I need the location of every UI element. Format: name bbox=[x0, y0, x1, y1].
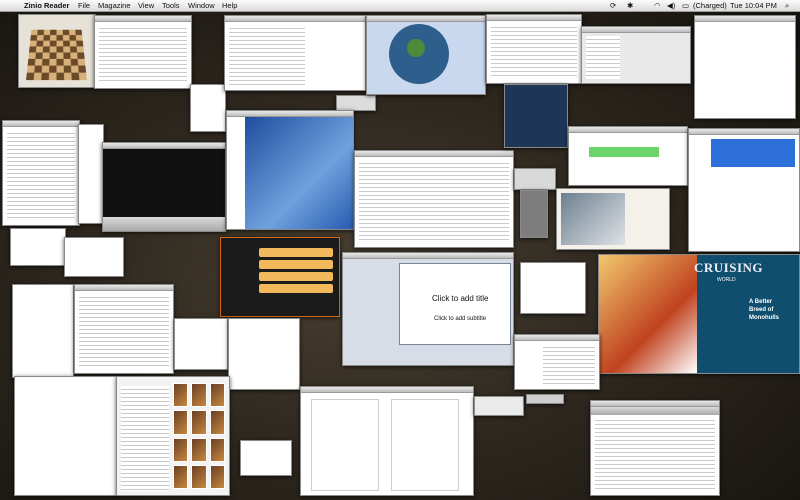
menu-view[interactable]: View bbox=[138, 0, 154, 11]
mail-window[interactable] bbox=[74, 284, 174, 374]
garageband-window[interactable] bbox=[220, 237, 340, 317]
magazine-headline-1: A Better bbox=[749, 299, 773, 305]
small-window-7[interactable] bbox=[526, 394, 564, 404]
dialog-window[interactable] bbox=[514, 168, 556, 190]
magazine-headline-3: Monohulls bbox=[749, 315, 779, 321]
menu-window[interactable]: Window bbox=[188, 0, 215, 11]
iphoto-window[interactable] bbox=[116, 376, 230, 496]
menu-bar: Zinio Reader File Magazine View Tools Wi… bbox=[0, 0, 800, 12]
photo-book-window[interactable] bbox=[556, 188, 670, 250]
slide-title-placeholder[interactable]: Click to add title bbox=[432, 294, 488, 303]
bluetooth-icon[interactable]: ✱ bbox=[627, 0, 633, 11]
pages-window[interactable] bbox=[300, 386, 474, 496]
magazine-title: CRUISING bbox=[694, 260, 764, 275]
magazine-headline-2: Breed of bbox=[749, 307, 774, 313]
spreadsheet-window[interactable] bbox=[2, 120, 80, 226]
web-browser-window[interactable] bbox=[590, 400, 720, 496]
bottom-left-window[interactable] bbox=[14, 376, 118, 496]
menu-help[interactable]: Help bbox=[222, 0, 237, 11]
code-window[interactable] bbox=[224, 15, 366, 91]
battery-status: (Charged) bbox=[693, 1, 727, 10]
chess-window[interactable] bbox=[18, 14, 96, 88]
doc-page-window[interactable] bbox=[520, 262, 586, 314]
small-window-5[interactable] bbox=[240, 440, 292, 476]
slide-subtitle-placeholder[interactable]: Click to add subtitle bbox=[434, 316, 486, 322]
system-preferences-window[interactable] bbox=[226, 110, 354, 230]
preferences-window[interactable] bbox=[486, 14, 582, 84]
menu-file[interactable]: File bbox=[78, 0, 90, 11]
wifi-icon[interactable]: ◠ bbox=[654, 0, 661, 11]
chess-board bbox=[26, 29, 87, 81]
menubar-clock[interactable]: Tue 10:04 PM bbox=[730, 0, 777, 11]
finder-window[interactable] bbox=[581, 26, 691, 84]
spotlight-icon[interactable]: ⌕ bbox=[785, 0, 789, 11]
small-window-1[interactable] bbox=[10, 228, 66, 266]
google-earth-window[interactable] bbox=[366, 15, 486, 95]
small-window-6[interactable] bbox=[474, 396, 524, 416]
narrow-list-window[interactable] bbox=[78, 124, 104, 224]
small-window-4[interactable] bbox=[228, 318, 300, 390]
xcode-window[interactable] bbox=[354, 150, 514, 248]
mini-panel-window[interactable] bbox=[336, 95, 376, 111]
calculator-window[interactable] bbox=[520, 190, 548, 238]
game-box-window[interactable] bbox=[504, 84, 568, 148]
inspector-window[interactable] bbox=[514, 334, 600, 390]
app-menu[interactable]: Zinio Reader bbox=[24, 0, 69, 11]
small-note-window[interactable] bbox=[190, 84, 226, 132]
battery-icon[interactable]: ▭ bbox=[682, 0, 689, 11]
small-window-3[interactable] bbox=[174, 318, 228, 370]
blank-document-window[interactable] bbox=[694, 15, 796, 119]
sync-icon[interactable]: ⟳ bbox=[610, 0, 616, 11]
calendar-window[interactable] bbox=[568, 126, 688, 186]
store-window[interactable] bbox=[688, 128, 800, 252]
globe-map bbox=[389, 24, 449, 84]
magazine-subtitle: WORLD bbox=[717, 277, 736, 283]
slide-canvas[interactable]: Click to add title Click to add subtitle bbox=[399, 263, 511, 345]
zinio-magazine-window[interactable]: CRUISING WORLD A Better Breed of Monohul… bbox=[598, 254, 800, 374]
keynote-window[interactable]: Click to add title Click to add subtitle bbox=[342, 252, 514, 366]
menu-tools[interactable]: Tools bbox=[162, 0, 180, 11]
volume-icon[interactable]: ◀) bbox=[667, 0, 675, 11]
text-editor-window[interactable] bbox=[94, 15, 192, 89]
left-blank-window[interactable] bbox=[12, 284, 74, 378]
video-window[interactable] bbox=[102, 142, 226, 232]
menu-magazine[interactable]: Magazine bbox=[98, 0, 131, 11]
small-window-2[interactable] bbox=[64, 237, 124, 277]
